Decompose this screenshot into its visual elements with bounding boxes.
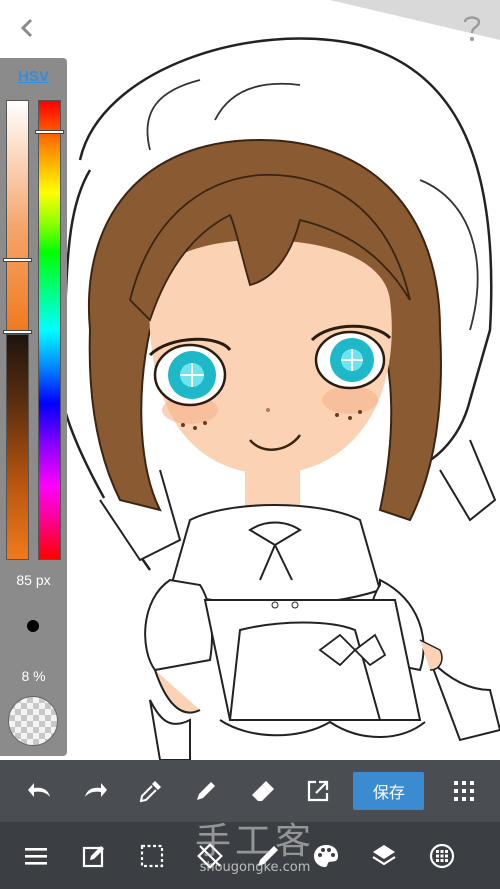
edit-layer-button[interactable] [74,836,114,876]
menu-icon [25,847,47,865]
saturation-slider-handle[interactable] [3,258,32,262]
color-mode-toggle[interactable]: HSV [0,68,67,85]
lower-toolbar [0,822,500,889]
export-button[interactable] [298,771,338,811]
redo-button[interactable] [76,771,116,811]
help-button[interactable] [454,10,490,46]
eyedropper-button[interactable] [131,771,171,811]
edit-layer-icon [82,845,104,867]
palette-button[interactable] [306,836,346,876]
more-menu-button[interactable] [444,771,484,811]
brush-preview-dot [27,620,39,632]
chevron-left-icon [20,18,33,38]
grid-menu-icon [454,781,475,801]
value-slider[interactable] [6,334,29,560]
transform-button[interactable] [190,836,230,876]
drawing-canvas[interactable] [0,0,500,760]
color-panel: HSV 85 px 8 % [0,58,67,756]
settings-circle-icon [429,843,455,868]
layers-icon [372,844,396,865]
eraser-button[interactable] [242,771,282,811]
artwork-illustration [58,0,500,760]
upper-toolbar: 保存 [0,760,500,822]
value-slider-handle[interactable] [3,330,32,334]
save-button[interactable]: 保存 [353,772,425,810]
pen-tool-button[interactable] [187,771,227,811]
export-icon [307,780,328,802]
brush-size-value[interactable]: 85 px [0,572,67,588]
pen-icon [197,782,216,800]
back-button[interactable] [10,10,46,46]
brush-icon [258,845,278,866]
settings-button[interactable] [422,836,462,876]
eraser-icon [251,781,274,801]
opacity-value[interactable]: 8 % [0,668,67,684]
selection-button[interactable] [132,836,172,876]
main-menu-button[interactable] [16,836,56,876]
transform-icon [197,842,223,869]
palette-icon [314,844,338,867]
layers-button[interactable] [364,836,404,876]
brush-button[interactable] [248,836,288,876]
redo-icon [85,783,108,797]
question-mark-icon [463,16,481,41]
undo-button[interactable] [20,771,60,811]
saturation-slider[interactable] [6,100,29,334]
selection-icon [140,844,164,867]
undo-icon [27,783,50,797]
hue-slider-handle[interactable] [35,130,64,134]
hue-slider[interactable] [38,100,61,560]
current-color-swatch[interactable] [8,696,58,746]
eyedropper-icon [139,781,161,803]
